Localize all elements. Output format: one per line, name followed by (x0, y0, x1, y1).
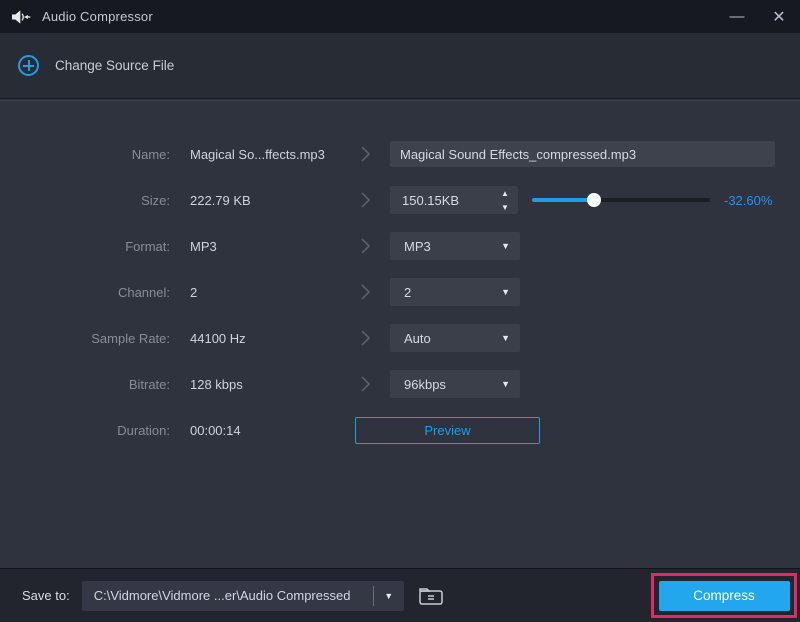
spin-up-icon[interactable]: ▲ (492, 186, 518, 200)
window-controls: — ✕ (716, 0, 800, 33)
spinner-arrows: ▲ ▼ (492, 186, 518, 214)
channel-selected-value: 2 (404, 284, 412, 300)
format-row: Format: MP3 MP3 ▼ (0, 223, 800, 269)
duration-label: Duration: (117, 422, 170, 438)
format-dropdown[interactable]: MP3 ▼ (390, 232, 520, 260)
chevron-right-icon (340, 375, 390, 393)
format-label: Format: (125, 238, 170, 254)
save-path-dropdown-arrow-icon[interactable]: ▼ (374, 591, 404, 601)
chevron-right-icon (340, 283, 390, 301)
size-original-value: 222.79 KB (190, 192, 251, 208)
chevron-right-icon (340, 191, 390, 209)
duration-row: Duration: 00:00:14 Preview (0, 407, 800, 453)
save-path-value: C:\Vidmore\Vidmore ...er\Audio Compresse… (93, 588, 351, 603)
channel-original-value: 2 (190, 284, 198, 300)
size-label: Size: (141, 192, 170, 208)
sample-rate-selected-value: Auto (404, 330, 431, 346)
sample-rate-dropdown[interactable]: Auto ▼ (390, 324, 520, 352)
save-to-label: Save to: (22, 588, 70, 603)
size-row: Size: 222.79 KB 150.15KB ▲ ▼ -32.60% (0, 177, 800, 223)
dropdown-arrow-icon: ▼ (501, 287, 510, 297)
compress-highlight-annotation: Compress (651, 573, 797, 618)
audio-compressor-window: Audio Compressor — ✕ Change Source File … (0, 0, 800, 622)
target-size-spinner[interactable]: 150.15KB ▲ ▼ (390, 186, 518, 214)
bitrate-selected-value: 96kbps (404, 376, 446, 392)
header-bar: Change Source File (0, 33, 800, 99)
channel-row: Channel: 2 2 ▼ (0, 269, 800, 315)
name-original-value: Magical So...ffects.mp3 (190, 146, 325, 162)
output-name-input[interactable] (390, 141, 775, 167)
chevron-right-icon (340, 145, 390, 163)
name-row: Name: Magical So...ffects.mp3 (0, 131, 800, 177)
window-title: Audio Compressor (42, 9, 153, 24)
bitrate-label: Bitrate: (128, 376, 170, 392)
change-source-file-button[interactable]: Change Source File (18, 55, 174, 76)
footer-bar: Save to: C:\Vidmore\Vidmore ...er\Audio … (0, 568, 800, 622)
channel-dropdown[interactable]: 2 ▼ (390, 278, 520, 306)
size-slider[interactable] (532, 193, 710, 207)
close-button[interactable]: ✕ (758, 0, 800, 33)
bitrate-dropdown[interactable]: 96kbps ▼ (390, 370, 520, 398)
folder-icon (418, 587, 443, 605)
format-selected-value: MP3 (404, 238, 431, 254)
sample-rate-original-value: 44100 Hz (190, 330, 246, 346)
sample-rate-row: Sample Rate: 44100 Hz Auto ▼ (0, 315, 800, 361)
name-label: Name: (131, 146, 170, 162)
save-path-combobox[interactable]: C:\Vidmore\Vidmore ...er\Audio Compresse… (81, 580, 404, 611)
sample-rate-label: Sample Rate: (91, 330, 170, 346)
plus-icon (18, 55, 39, 76)
channel-label: Channel: (117, 284, 170, 300)
dropdown-arrow-icon: ▼ (501, 379, 510, 389)
slider-thumb[interactable] (587, 193, 602, 207)
slider-fill (532, 198, 595, 202)
bitrate-row: Bitrate: 128 kbps 96kbps ▼ (0, 361, 800, 407)
browse-folder-button[interactable] (416, 582, 446, 610)
chevron-right-icon (340, 329, 390, 347)
dropdown-arrow-icon: ▼ (501, 241, 510, 251)
size-reduction-percent: -32.60% (724, 192, 773, 208)
format-original-value: MP3 (190, 238, 217, 254)
compress-button[interactable]: Compress (658, 580, 790, 611)
spin-down-icon[interactable]: ▼ (492, 200, 518, 214)
titlebar: Audio Compressor — ✕ (0, 0, 800, 33)
settings-form: Name: Magical So...ffects.mp3 Size: 222.… (0, 100, 800, 453)
chevron-right-icon (340, 237, 390, 255)
preview-button[interactable]: Preview (355, 416, 540, 444)
dropdown-arrow-icon: ▼ (501, 333, 510, 343)
bitrate-original-value: 128 kbps (190, 376, 243, 392)
duration-value: 00:00:14 (190, 422, 241, 438)
minimize-button[interactable]: — (716, 0, 758, 33)
target-size-value: 150.15KB (402, 192, 460, 208)
speaker-compress-icon (12, 9, 31, 24)
change-source-file-label: Change Source File (55, 58, 175, 73)
